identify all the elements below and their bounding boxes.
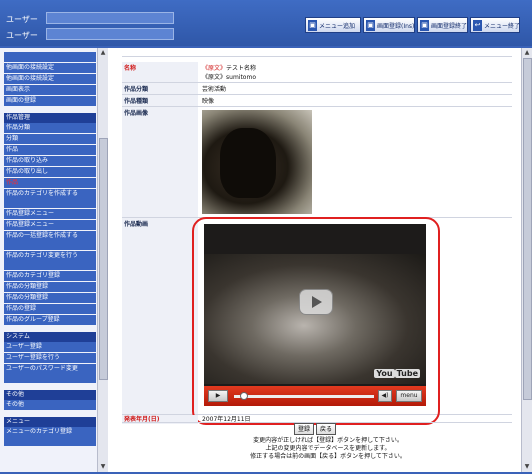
scroll-up-icon[interactable]: ▲ — [99, 49, 107, 57]
app-header: ユーザー ユーザー ▣ メニュー追加 ▣ 画面登録(Ins) ▣ 画面登録終了 ↩ メニ… — [0, 0, 532, 46]
sidebar-item[interactable]: 分類 — [4, 134, 96, 145]
sidebar-item[interactable]: 作品のグループ登録 — [4, 315, 96, 326]
register-submit-button[interactable]: 登録 — [294, 423, 314, 435]
volume-icon[interactable]: ◀) — [378, 390, 392, 402]
sidebar-item[interactable]: 作品のカテゴリを作成する — [4, 189, 96, 209]
progress-bar[interactable] — [234, 392, 374, 400]
sidebar-item[interactable]: 作品分類 — [4, 123, 96, 134]
note-line: 変更内容が正しければ【登録】ボタンを押して下さい。 — [253, 437, 403, 444]
sidebar-item[interactable]: 作品のカテゴリ登録 — [4, 271, 96, 282]
scroll-down-icon[interactable]: ▼ — [523, 463, 531, 471]
date-row: 発表年月(日) 2007年12月11日 — [122, 413, 512, 423]
video-label: 作品動画 — [124, 221, 149, 228]
main-scroll-thumb[interactable] — [523, 58, 532, 400]
sidebar-item[interactable]: メニューのカテゴリ登録 — [4, 427, 96, 447]
category-label: 作品分類 — [124, 86, 149, 93]
sidebar-item[interactable]: 作品の登録 — [4, 304, 96, 315]
name-label: 名称 — [124, 65, 137, 72]
video-controls: ▶ ◀) menu — [204, 386, 426, 406]
category-row: 作品分類 芸術活動 — [122, 83, 512, 95]
sidebar-section-header: 作品管理 — [4, 113, 96, 123]
sidebar-item[interactable]: その他 — [4, 400, 96, 411]
youtube-logo: You Tube — [374, 369, 420, 378]
progress-handle[interactable] — [239, 392, 248, 400]
image-label: 作品画像 — [124, 110, 149, 117]
type-value: 映像 — [202, 98, 215, 105]
user-field[interactable] — [46, 12, 174, 24]
sidebar-item[interactable]: 作品の分類登録 — [4, 293, 96, 304]
video-player[interactable]: You Tube ▶ ◀) menu — [204, 224, 426, 406]
sidebar-item[interactable]: ユーザー登録を行う — [4, 353, 96, 364]
sidebar-item[interactable]: 画面の登録 — [4, 96, 96, 107]
register-end-button[interactable]: ▣ 画面登録終了 — [417, 17, 468, 33]
sidebar-item[interactable] — [4, 52, 96, 63]
type-row: 作品種類 映像 — [122, 95, 512, 107]
sidebar-item[interactable]: 作品の分類登録 — [4, 282, 96, 293]
type-label: 作品種類 — [124, 98, 149, 105]
cat-silhouette — [220, 128, 276, 198]
menu-add-button[interactable]: ▣ メニュー追加 — [305, 17, 361, 33]
play-icon[interactable] — [299, 289, 333, 315]
register-icon: ▣ — [366, 19, 375, 31]
top-row — [122, 48, 512, 57]
scroll-down-icon[interactable]: ▼ — [99, 463, 107, 471]
sidebar-section-header: システム — [4, 332, 96, 342]
back-button[interactable]: 戻る — [316, 423, 336, 435]
image-row: 作品画像 — [122, 107, 512, 218]
instruction-notes: 変更内容が正しければ【登録】ボタンを押して下さい。 上記の変更内容でデータベース… — [228, 437, 428, 461]
category-value: 芸術活動 — [202, 86, 227, 93]
user-label: ユーザー — [6, 15, 38, 24]
user-field-2[interactable] — [46, 28, 174, 40]
date-value: 2007年12月11日 — [202, 416, 251, 423]
user-label-2: ユーザー — [6, 31, 38, 40]
register-button[interactable]: ▣ 画面登録(Ins) — [363, 17, 415, 33]
menu-button[interactable]: menu — [396, 390, 422, 402]
sidebar-item[interactable]: 作品の取り出し — [4, 167, 96, 178]
sidebar-item[interactable]: 画面表示 — [4, 85, 96, 96]
menu-exit-icon: ↩ — [473, 19, 482, 31]
note-line: 上記の変更内容でデータベースを更新します。 — [265, 445, 391, 452]
sidebar-scrollbar[interactable]: ▲ ▼ — [97, 48, 108, 472]
sidebar-item[interactable]: 作品登録メニュー — [4, 209, 96, 220]
sidebar-item[interactable]: 作品 — [4, 145, 96, 156]
sidebar-item[interactable]: ユーザーのパスワード変更 — [4, 364, 96, 384]
menu-exit-button[interactable]: ↩ メニュー終了 — [470, 17, 520, 33]
sidebar-item[interactable]: 作品の取り込み — [4, 156, 96, 167]
sidebar-scroll-thumb[interactable] — [99, 138, 108, 380]
sidebar-section-header: その他 — [4, 390, 96, 400]
sidebar-section-header: メニュー — [4, 417, 96, 427]
main-content: 名称 《原文》テスト名称 《原文》sumitomo 作品分類 芸術活動 作品種類… — [108, 48, 532, 472]
sidebar-item[interactable]: 作品 — [4, 178, 96, 189]
name-value: 《原文》テスト名称 《原文》sumitomo — [202, 65, 257, 81]
sidebar-item[interactable]: ユーザー登録 — [4, 342, 96, 353]
sidebar-item[interactable]: 他画面の接続設定 — [4, 63, 96, 74]
main-scrollbar[interactable]: ▲ ▼ — [521, 48, 532, 472]
sidebar-item[interactable]: 他画面の接続設定 — [4, 74, 96, 85]
name-row: 名称 《原文》テスト名称 《原文》sumitomo — [122, 62, 512, 83]
menu-add-icon: ▣ — [308, 19, 317, 31]
sidebar: 他画面の接続設定 他画面の接続設定 画面表示 画面の登録 作品管理 作品分類 分類 作品 作品の… — [0, 48, 108, 472]
note-line: 修正する場合は前の画面【戻る】ボタンを押して下さい。 — [250, 453, 406, 460]
scroll-up-icon[interactable]: ▲ — [523, 49, 531, 57]
register-end-icon: ▣ — [420, 19, 429, 31]
sidebar-menu: 他画面の接続設定 他画面の接続設定 画面表示 画面の登録 作品管理 作品分類 分類 作品 作品の… — [4, 52, 96, 447]
sidebar-item[interactable]: 作品登録メニュー — [4, 220, 96, 231]
sidebar-item[interactable]: 作品のカテゴリ変更を行う — [4, 251, 96, 271]
date-label: 発表年月(日) — [124, 416, 160, 423]
play-pause-button[interactable]: ▶ — [208, 390, 228, 402]
video-frame-image — [204, 254, 426, 384]
artwork-image — [202, 110, 312, 214]
form-buttons: 登録 戻る — [294, 423, 336, 435]
sidebar-item[interactable]: 作品の一括登録を作成する — [4, 231, 96, 251]
